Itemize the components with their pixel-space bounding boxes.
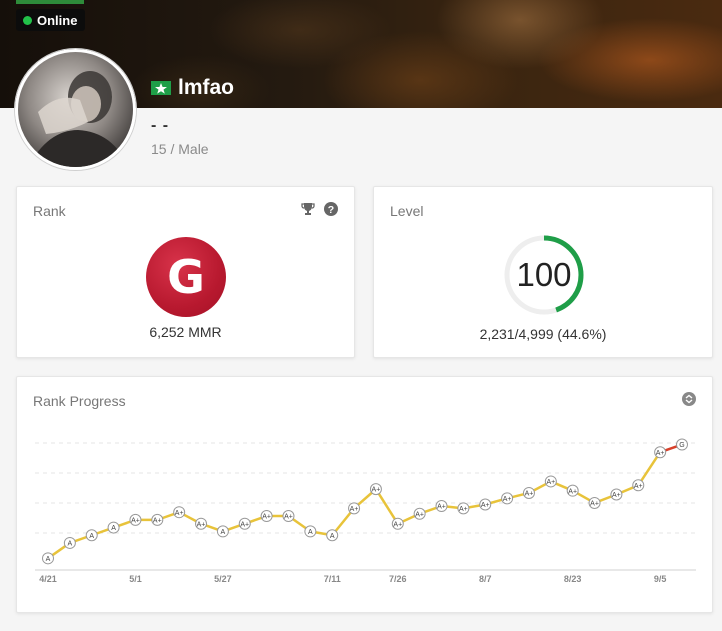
rank-point-label: A+ — [503, 496, 512, 503]
name-row: lmfao — [151, 75, 234, 101]
x-tick-label: 4/21 — [39, 574, 57, 584]
rank-progress-chart: 4/21 5/1 5/27 7/11 7/26 8/7 8/23 9/5 A A A A A+ A+ A+ A… — [35, 438, 696, 584]
rank-point: A+ — [610, 488, 623, 501]
rank-point: A+ — [544, 475, 557, 488]
rank-point-label: A+ — [372, 487, 381, 494]
banner-accent-bar — [16, 0, 84, 4]
age-gender: 15 / Male — [151, 141, 209, 157]
rank-point: A+ — [260, 510, 273, 523]
rank-point-label: A — [308, 529, 313, 536]
rank-point: A+ — [282, 510, 295, 523]
rank-point: A+ — [566, 484, 579, 497]
rank-card: Rank ? G 6,252 MMR — [16, 186, 355, 358]
rank-point: A+ — [479, 498, 492, 511]
rank-point-label: A+ — [131, 517, 140, 524]
rank-point: A+ — [457, 502, 470, 515]
rank-card-actions: ? — [301, 202, 338, 216]
rank-point: G — [676, 438, 688, 451]
svg-text:?: ? — [328, 204, 334, 216]
rank-point: A+ — [435, 500, 448, 513]
rank-badge: G — [146, 237, 226, 317]
rank-title: Rank — [33, 203, 66, 219]
rank-point-label: A+ — [415, 511, 424, 518]
real-name: - - — [151, 117, 170, 134]
country-flag-icon — [151, 81, 171, 95]
rank-point: A — [85, 529, 98, 542]
rank-point-label: A+ — [634, 483, 643, 490]
rank-point: A — [304, 525, 317, 538]
rank-point: A+ — [348, 502, 361, 515]
rank-point: A+ — [522, 486, 535, 499]
rank-point: A+ — [195, 517, 208, 530]
x-tick-label: 9/5 — [654, 574, 667, 584]
rank-point-label: A+ — [656, 450, 665, 457]
rank-point: A+ — [654, 446, 667, 459]
rank-point: A — [326, 529, 339, 542]
online-dot-icon — [23, 15, 32, 25]
level-title: Level — [390, 203, 424, 219]
x-tick-label: 7/11 — [324, 574, 341, 584]
rank-point-label: A+ — [481, 502, 490, 509]
avatar-photo — [28, 71, 128, 167]
level-card: Level 100 2,231/4,999 (44.6%) — [373, 186, 713, 358]
xp-progress-text: 2,231/4,999 (44.6%) — [479, 326, 607, 342]
username: lmfao — [178, 76, 235, 99]
rank-point: A — [42, 552, 54, 565]
rank-point: A+ — [369, 483, 382, 496]
rank-point-label: A+ — [459, 506, 468, 513]
rank-point-label: A+ — [525, 491, 534, 498]
rank-point-label: A+ — [612, 492, 621, 499]
rank-point: A+ — [173, 506, 186, 519]
rank-point: A+ — [588, 496, 601, 509]
rank-point: A+ — [129, 513, 142, 526]
rank-point: A+ — [413, 507, 426, 520]
rank-point: A+ — [238, 517, 251, 530]
avatar[interactable] — [15, 49, 136, 170]
rank-point-label: A+ — [197, 521, 206, 528]
rank-point: A+ — [391, 517, 404, 530]
rank-point-label: A+ — [284, 514, 293, 521]
rank-point: A — [63, 536, 76, 549]
status-text: Online — [37, 12, 78, 28]
rank-point-label: A+ — [546, 479, 555, 486]
rank-point-label: A+ — [240, 521, 249, 528]
x-tick-label: 7/26 — [389, 574, 407, 584]
rank-point: A+ — [151, 513, 164, 526]
rank-point-label: A — [330, 533, 335, 540]
rank-point-label: A+ — [350, 506, 359, 513]
status-badge: Online — [16, 9, 86, 31]
trophy-icon[interactable] — [301, 202, 315, 216]
rank-point: A+ — [632, 479, 645, 492]
x-tick-label: 5/1 — [129, 574, 142, 584]
help-icon[interactable]: ? — [324, 202, 338, 216]
rank-point-label: A — [111, 525, 116, 532]
rank-point-label: A — [46, 556, 51, 563]
rank-point-label: A+ — [590, 501, 599, 508]
rank-point-label: A+ — [175, 510, 184, 517]
rank-progress-card: Rank Progress 4/21 5/1 5/27 7/11 7/26 8/7 8/23… — [16, 376, 713, 613]
x-tick-label: 8/23 — [564, 574, 582, 584]
rank-point: A — [216, 525, 229, 538]
rank-point-label: A — [68, 541, 73, 548]
rank-point-label: A+ — [568, 488, 577, 495]
level-value: 100 — [516, 256, 572, 293]
rank-point: A+ — [501, 492, 514, 505]
rank-point-label: G — [679, 442, 684, 449]
rank-point-label: A — [221, 529, 226, 536]
profile-page: Online lmfao - - 15 / Male Rank ? G 6,25… — [0, 0, 722, 631]
rank-point-label: A+ — [393, 521, 402, 528]
x-tick-label: 8/7 — [479, 574, 492, 584]
rank-point-label: A — [89, 533, 94, 540]
rank-point: A — [107, 521, 120, 534]
mmr-value: 6,252 MMR — [149, 324, 222, 340]
x-tick-label: 5/27 — [214, 574, 232, 584]
rank-point-label: A+ — [437, 504, 446, 511]
rank-point-label: A+ — [262, 514, 271, 521]
rank-point-label: A+ — [153, 517, 162, 524]
